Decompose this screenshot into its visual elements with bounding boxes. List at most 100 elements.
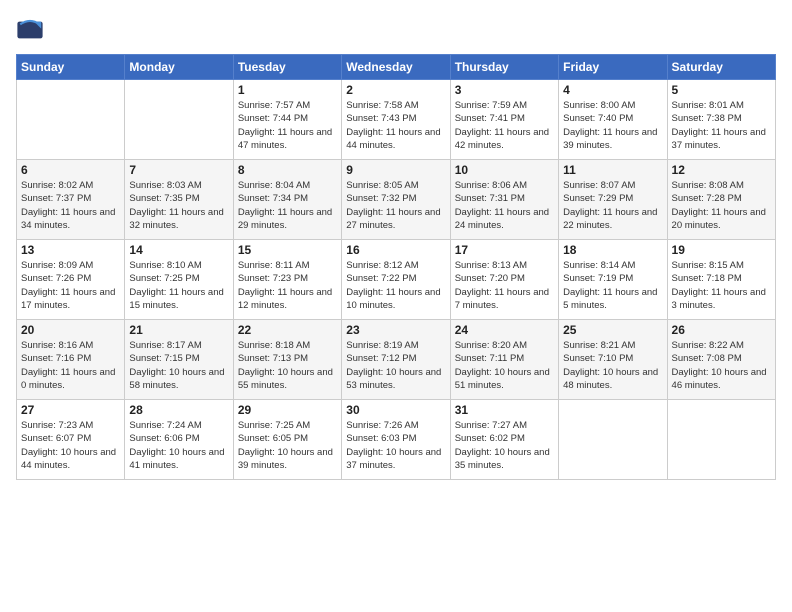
day-number: 17: [455, 243, 554, 257]
day-info: Sunrise: 8:10 AM Sunset: 7:25 PM Dayligh…: [129, 259, 228, 312]
day-cell: 18 Sunrise: 8:14 AM Sunset: 7:19 PM Dayli…: [559, 240, 667, 320]
day-info: Sunrise: 8:22 AM Sunset: 7:08 PM Dayligh…: [672, 339, 771, 392]
day-number: 26: [672, 323, 771, 337]
day-number: 14: [129, 243, 228, 257]
day-info: Sunrise: 8:01 AM Sunset: 7:38 PM Dayligh…: [672, 99, 771, 152]
day-cell: 24 Sunrise: 8:20 AM Sunset: 7:11 PM Dayli…: [450, 320, 558, 400]
day-cell: 30 Sunrise: 7:26 AM Sunset: 6:03 PM Dayli…: [342, 400, 450, 480]
day-number: 12: [672, 163, 771, 177]
day-cell: 13 Sunrise: 8:09 AM Sunset: 7:26 PM Dayli…: [17, 240, 125, 320]
day-cell: 8 Sunrise: 8:04 AM Sunset: 7:34 PM Daylig…: [233, 160, 341, 240]
day-cell: 12 Sunrise: 8:08 AM Sunset: 7:28 PM Dayli…: [667, 160, 775, 240]
day-info: Sunrise: 8:12 AM Sunset: 7:22 PM Dayligh…: [346, 259, 445, 312]
day-info: Sunrise: 8:20 AM Sunset: 7:11 PM Dayligh…: [455, 339, 554, 392]
day-cell: [17, 80, 125, 160]
day-cell: 15 Sunrise: 8:11 AM Sunset: 7:23 PM Dayli…: [233, 240, 341, 320]
day-info: Sunrise: 8:21 AM Sunset: 7:10 PM Dayligh…: [563, 339, 662, 392]
day-number: 5: [672, 83, 771, 97]
day-number: 24: [455, 323, 554, 337]
day-info: Sunrise: 8:04 AM Sunset: 7:34 PM Dayligh…: [238, 179, 337, 232]
day-info: Sunrise: 8:08 AM Sunset: 7:28 PM Dayligh…: [672, 179, 771, 232]
day-cell: 17Sunrise: 8:13 AM Sunset: 7:20 PM Dayli…: [450, 240, 558, 320]
day-info: Sunrise: 8:00 AM Sunset: 7:40 PM Dayligh…: [563, 99, 662, 152]
day-cell: 21Sunrise: 8:17 AM Sunset: 7:15 PM Dayli…: [125, 320, 233, 400]
day-info: Sunrise: 8:18 AM Sunset: 7:13 PM Dayligh…: [238, 339, 337, 392]
day-cell: [667, 400, 775, 480]
day-info: Sunrise: 7:27 AM Sunset: 6:02 PM Dayligh…: [455, 419, 554, 472]
logo-icon: [16, 16, 44, 44]
week-row-1: 1 Sunrise: 7:57 AM Sunset: 7:44 PM Daylig…: [17, 80, 776, 160]
day-info: Sunrise: 8:06 AM Sunset: 7:31 PM Dayligh…: [455, 179, 554, 232]
day-info: Sunrise: 7:24 AM Sunset: 6:06 PM Dayligh…: [129, 419, 228, 472]
day-cell: 23 Sunrise: 8:19 AM Sunset: 7:12 PM Dayli…: [342, 320, 450, 400]
day-number: 3: [455, 83, 554, 97]
calendar-table: SundayMondayTuesdayWednesdayThursdayFrid…: [16, 54, 776, 480]
day-info: Sunrise: 7:23 AM Sunset: 6:07 PM Dayligh…: [21, 419, 120, 472]
day-number: 28: [129, 403, 228, 417]
day-cell: 31 Sunrise: 7:27 AM Sunset: 6:02 PM Dayli…: [450, 400, 558, 480]
day-cell: 25 Sunrise: 8:21 AM Sunset: 7:10 PM Dayli…: [559, 320, 667, 400]
day-number: 4: [563, 83, 662, 97]
day-cell: 11 Sunrise: 8:07 AM Sunset: 7:29 PM Dayli…: [559, 160, 667, 240]
day-number: 31: [455, 403, 554, 417]
weekday-thursday: Thursday: [450, 55, 558, 80]
day-number: 13: [21, 243, 120, 257]
day-cell: [125, 80, 233, 160]
day-cell: 20Sunrise: 8:16 AM Sunset: 7:16 PM Dayli…: [17, 320, 125, 400]
day-info: Sunrise: 8:19 AM Sunset: 7:12 PM Dayligh…: [346, 339, 445, 392]
day-cell: 27 Sunrise: 7:23 AM Sunset: 6:07 PM Dayli…: [17, 400, 125, 480]
day-number: 16: [346, 243, 445, 257]
day-number: 11: [563, 163, 662, 177]
day-number: 27: [21, 403, 120, 417]
day-number: 2: [346, 83, 445, 97]
day-info: Sunrise: 7:26 AM Sunset: 6:03 PM Dayligh…: [346, 419, 445, 472]
day-number: 8: [238, 163, 337, 177]
logo: [16, 16, 46, 44]
day-info: Sunrise: 8:03 AM Sunset: 7:35 PM Dayligh…: [129, 179, 228, 232]
day-number: 29: [238, 403, 337, 417]
day-number: 6: [21, 163, 120, 177]
day-info: Sunrise: 8:07 AM Sunset: 7:29 PM Dayligh…: [563, 179, 662, 232]
day-number: 1: [238, 83, 337, 97]
day-number: 30: [346, 403, 445, 417]
weekday-header-row: SundayMondayTuesdayWednesdayThursdayFrid…: [17, 55, 776, 80]
day-info: Sunrise: 8:14 AM Sunset: 7:19 PM Dayligh…: [563, 259, 662, 312]
day-cell: 5 Sunrise: 8:01 AM Sunset: 7:38 PM Daylig…: [667, 80, 775, 160]
day-info: Sunrise: 7:25 AM Sunset: 6:05 PM Dayligh…: [238, 419, 337, 472]
page-header: [16, 16, 776, 44]
day-info: Sunrise: 7:59 AM Sunset: 7:41 PM Dayligh…: [455, 99, 554, 152]
day-cell: 28 Sunrise: 7:24 AM Sunset: 6:06 PM Dayli…: [125, 400, 233, 480]
week-row-4: 20Sunrise: 8:16 AM Sunset: 7:16 PM Dayli…: [17, 320, 776, 400]
day-info: Sunrise: 7:57 AM Sunset: 7:44 PM Dayligh…: [238, 99, 337, 152]
day-number: 15: [238, 243, 337, 257]
day-info: Sunrise: 8:05 AM Sunset: 7:32 PM Dayligh…: [346, 179, 445, 232]
day-cell: 2 Sunrise: 7:58 AM Sunset: 7:43 PM Daylig…: [342, 80, 450, 160]
day-info: Sunrise: 8:02 AM Sunset: 7:37 PM Dayligh…: [21, 179, 120, 232]
day-info: Sunrise: 7:58 AM Sunset: 7:43 PM Dayligh…: [346, 99, 445, 152]
day-info: Sunrise: 8:11 AM Sunset: 7:23 PM Dayligh…: [238, 259, 337, 312]
weekday-wednesday: Wednesday: [342, 55, 450, 80]
day-cell: 26 Sunrise: 8:22 AM Sunset: 7:08 PM Dayli…: [667, 320, 775, 400]
day-cell: 19Sunrise: 8:15 AM Sunset: 7:18 PM Dayli…: [667, 240, 775, 320]
day-number: 25: [563, 323, 662, 337]
day-number: 19: [672, 243, 771, 257]
day-number: 21: [129, 323, 228, 337]
day-cell: 1 Sunrise: 7:57 AM Sunset: 7:44 PM Daylig…: [233, 80, 341, 160]
day-cell: 14 Sunrise: 8:10 AM Sunset: 7:25 PM Dayli…: [125, 240, 233, 320]
day-info: Sunrise: 8:09 AM Sunset: 7:26 PM Dayligh…: [21, 259, 120, 312]
day-cell: 10Sunrise: 8:06 AM Sunset: 7:31 PM Dayli…: [450, 160, 558, 240]
day-cell: 16 Sunrise: 8:12 AM Sunset: 7:22 PM Dayli…: [342, 240, 450, 320]
day-cell: 9Sunrise: 8:05 AM Sunset: 7:32 PM Daylig…: [342, 160, 450, 240]
day-cell: 6 Sunrise: 8:02 AM Sunset: 7:37 PM Daylig…: [17, 160, 125, 240]
day-cell: 29 Sunrise: 7:25 AM Sunset: 6:05 PM Dayli…: [233, 400, 341, 480]
day-info: Sunrise: 8:16 AM Sunset: 7:16 PM Dayligh…: [21, 339, 120, 392]
day-number: 23: [346, 323, 445, 337]
weekday-friday: Friday: [559, 55, 667, 80]
day-number: 18: [563, 243, 662, 257]
weekday-tuesday: Tuesday: [233, 55, 341, 80]
day-cell: 3 Sunrise: 7:59 AM Sunset: 7:41 PM Daylig…: [450, 80, 558, 160]
day-cell: 7 Sunrise: 8:03 AM Sunset: 7:35 PM Daylig…: [125, 160, 233, 240]
day-number: 22: [238, 323, 337, 337]
day-number: 7: [129, 163, 228, 177]
weekday-saturday: Saturday: [667, 55, 775, 80]
